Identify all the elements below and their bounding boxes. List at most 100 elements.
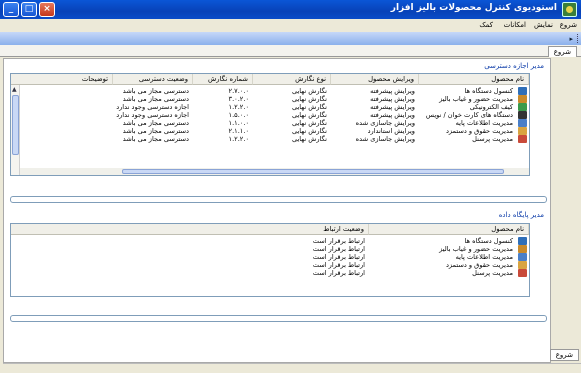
vertical-scrollbar[interactable]: ▲ xyxy=(11,85,20,175)
attendance-icon xyxy=(518,95,527,103)
table-row[interactable]: مدیریت پرسنل ویرایش جاسازی شده نگارش نهایی… xyxy=(11,135,529,143)
table-cell: ارتباط برقرار است xyxy=(312,261,365,269)
table-row[interactable]: دستگاه های کارت خوان / نویس ویرایش پیشرفت… xyxy=(11,111,529,119)
database-icon xyxy=(518,119,527,127)
table-cell: نگارش نهایی xyxy=(291,103,327,111)
table-cell: کیف الکترونیکی xyxy=(469,103,513,111)
table-cell xyxy=(11,119,113,127)
table-row[interactable]: مدیریت اطلاعات پایه ارتباط برقرار است xyxy=(11,253,529,261)
database-icon xyxy=(518,253,527,261)
column-header[interactable]: وضعیت دسترسی xyxy=(113,74,193,85)
scroll-thumb[interactable] xyxy=(12,95,19,155)
table-cell xyxy=(11,103,113,111)
table-cell xyxy=(11,111,113,119)
table-cell: ارتباط برقرار است xyxy=(312,269,365,277)
table-cell: ۲.۱.۱.۰ xyxy=(228,127,249,135)
table-cell: مدیریت پرسنل xyxy=(472,269,513,277)
table-cell: دسترسی مجاز می باشد xyxy=(122,119,189,127)
table-row[interactable]: کنسول دستگاه ها ارتباط برقرار است xyxy=(11,237,529,245)
toolbar-overflow-icon[interactable]: ▸ xyxy=(569,35,573,43)
status-bar xyxy=(3,363,581,373)
table-cell: ویرایش پیشرفته xyxy=(370,87,415,95)
column-header[interactable]: توضیحات xyxy=(11,74,113,85)
scroll-up-icon[interactable]: ▲ xyxy=(12,86,17,93)
table-cell: ویرایش پیشرفته xyxy=(370,111,415,119)
column-header[interactable]: نام محصول xyxy=(369,224,529,235)
table-cell: مدیریت حقوق و دستمزد xyxy=(445,261,513,269)
table-cell: ۱.۱.۰.۰ xyxy=(228,119,249,127)
table-cell: ویرایش پیشرفته xyxy=(370,103,415,111)
close-button[interactable]: × xyxy=(39,2,55,17)
toolbar-grip[interactable] xyxy=(575,34,578,43)
window-title: استودیوی کنترل محصولات بالیز افزار xyxy=(390,3,557,13)
menu-help[interactable]: کمک xyxy=(479,21,493,29)
document-tab-strip: شروع xyxy=(0,45,581,57)
attendance-icon xyxy=(518,245,527,253)
table-cell: مدیریت اطلاعات پایه xyxy=(455,253,513,261)
permissions-grid[interactable]: نام محصول ویرایش محصول نوع نگارش شماره نگار… xyxy=(10,73,530,176)
table-cell: ویرایش جاسازی شده xyxy=(355,135,415,143)
table-row[interactable]: کنسول دستگاه ها ویرایش پیشرفته نگارش نهایی… xyxy=(11,87,529,95)
app-logo-icon xyxy=(562,2,577,17)
table-cell: کنسول دستگاه ها xyxy=(464,237,513,245)
menu-start[interactable]: شروع xyxy=(560,21,577,29)
table-cell: نگارش نهایی xyxy=(291,95,327,103)
table-cell: دسترسی مجاز می باشد xyxy=(122,87,189,95)
table-cell: مدیریت پرسنل xyxy=(472,135,513,143)
table-row[interactable]: مدیریت حضور و غیاب بالیز ارتباط برقرار اس… xyxy=(11,245,529,253)
permissions-section-title: مدیر اجازه دسترسی xyxy=(484,62,544,70)
title-bar: استودیوی کنترل محصولات بالیز افزار _ □ × xyxy=(0,0,581,19)
table-row[interactable]: مدیریت حقوق و دستمزد ویرایش استاندارد نگار… xyxy=(11,127,529,135)
column-header[interactable]: شماره نگارش xyxy=(193,74,253,85)
table-cell: اجازه دسترسی وجود ندارد xyxy=(116,111,189,119)
salary-icon xyxy=(518,127,527,135)
column-header[interactable]: ویرایش محصول xyxy=(331,74,419,85)
monitor-icon xyxy=(518,87,527,95)
table-row[interactable]: مدیریت اطلاعات پایه ویرایش جاسازی شده نگار… xyxy=(11,119,529,127)
wallet-icon xyxy=(518,103,527,111)
table-cell: دسترسی مجاز می باشد xyxy=(122,135,189,143)
table-cell: ۲.۷.۰.۰ xyxy=(228,87,249,95)
card-reader-icon xyxy=(518,111,527,119)
toolbar: ▸ xyxy=(0,32,581,45)
table-cell: نگارش نهایی xyxy=(291,111,327,119)
column-header[interactable]: نوع نگارش xyxy=(253,74,331,85)
table-cell: ارتباط برقرار است xyxy=(312,245,365,253)
minimize-button[interactable]: _ xyxy=(3,2,19,17)
personnel-icon xyxy=(518,135,527,143)
table-cell xyxy=(11,95,113,103)
table-cell: نگارش نهایی xyxy=(291,119,327,127)
maximize-button[interactable]: □ xyxy=(21,2,37,17)
table-cell: ویرایش جاسازی شده xyxy=(355,119,415,127)
horizontal-scrollbar[interactable] xyxy=(20,168,529,175)
table-cell: ۳.۰.۲.۰ xyxy=(228,95,249,103)
table-cell xyxy=(11,127,113,135)
menu-view[interactable]: نمایش xyxy=(534,21,553,29)
table-row[interactable]: کیف الکترونیکی ویرایش پیشرفته نگارش نهایی ۱… xyxy=(11,103,529,111)
table-cell: ویرایش پیشرفته xyxy=(370,95,415,103)
table-row[interactable]: مدیریت پرسنل ارتباط برقرار است xyxy=(11,269,529,277)
column-header[interactable]: نام محصول xyxy=(419,74,529,85)
scroll-thumb[interactable] xyxy=(121,169,504,174)
table-cell: مدیریت اطلاعات پایه xyxy=(455,119,513,127)
main-panel: مدیر اجازه دسترسی نام محصول ویرایش محصول ن… xyxy=(3,58,551,363)
table-cell: مدیریت حضور و غیاب بالیز xyxy=(439,95,513,103)
table-cell: کنسول دستگاه ها xyxy=(464,87,513,95)
table-cell: اجازه دسترسی وجود ندارد xyxy=(116,103,189,111)
database-section-title: مدیر پایگاه داده xyxy=(498,211,544,219)
tab-start-bottom[interactable]: شروع xyxy=(549,349,579,361)
table-cell: نگارش نهایی xyxy=(291,127,327,135)
table-cell: دسترسی مجاز می باشد xyxy=(122,127,189,135)
monitor-icon xyxy=(518,237,527,245)
table-cell: ۱.۵.۰.۰ xyxy=(228,111,249,119)
table-cell xyxy=(11,135,113,143)
menu-tools[interactable]: امکانات xyxy=(504,21,526,29)
table-cell: ۱.۲.۲.۰ xyxy=(228,103,249,111)
column-header[interactable]: وضعیت ارتباط xyxy=(11,224,369,235)
table-row[interactable]: مدیریت حقوق و دستمزد ارتباط برقرار است xyxy=(11,261,529,269)
database-grid[interactable]: نام محصول وضعیت ارتباط کنسول دستگاه ها ارتب… xyxy=(10,223,530,297)
table-cell: ارتباط برقرار است xyxy=(312,253,365,261)
table-row[interactable]: مدیریت حضور و غیاب بالیز ویرایش پیشرفته نگ… xyxy=(11,95,529,103)
personnel-icon xyxy=(518,269,527,277)
tab-start[interactable]: شروع xyxy=(547,46,577,57)
